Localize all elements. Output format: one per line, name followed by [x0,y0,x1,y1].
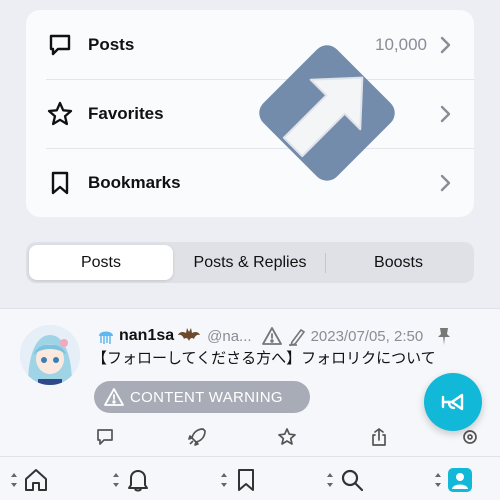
display-name[interactable]: nan1sa [119,327,174,345]
reorder-handle-icon [327,473,333,487]
arrow-up-right-icon [259,45,395,181]
star-icon [47,101,73,125]
tab-label: Posts [80,253,121,271]
post-header: nan1sa @na... 2023/07/05, 2:50 [96,325,453,347]
speech-bubble-icon [49,34,71,55]
warning-icon [261,327,282,345]
notifications-bell-icon [128,470,148,492]
tab-notifications[interactable] [112,465,151,495]
chevron-right-icon [440,36,451,53]
reorder-handle-icon [435,473,441,487]
chevron-right-icon [440,174,451,191]
reorder-handle-icon [113,473,119,487]
tab-label: Posts & Replies [193,253,307,271]
edited-pen-icon [288,328,305,346]
more-icon[interactable] [460,427,480,447]
pin-icon [438,328,451,345]
post-text: 【フォローしてくださる方へ】フォロリクについて [92,350,436,367]
warning-icon [104,388,124,406]
tab-posts[interactable]: Posts [29,245,173,280]
content-warning-label: CONTENT WARNING [130,388,283,406]
post-timestamp: 2023/07/05, 2:50 [310,327,424,345]
home-icon [25,469,47,491]
content-warning-button[interactable]: CONTENT WARNING [94,381,310,413]
post-card[interactable]: nan1sa @na... 2023/07/05, 2:50 【フォローしてくだ… [0,308,500,456]
chevron-right-icon [440,105,451,122]
compose-button[interactable] [424,373,482,431]
post-actions [0,427,500,449]
menu-item-label: Favorites [88,103,164,123]
tab-label: Boosts [374,253,423,271]
search-icon [341,469,364,492]
profile-icon [448,468,472,492]
posts-filter-segmented-control: Posts Posts & Replies Boosts [26,242,474,283]
share-icon[interactable] [369,427,389,447]
user-handle[interactable]: @na... [207,328,251,345]
favorite-icon[interactable] [277,427,297,447]
menu-item-label: Posts [88,34,135,54]
reply-icon[interactable] [95,427,115,447]
tab-bookmarks[interactable] [220,465,259,495]
jellyfish-emoji-icon [99,331,113,344]
boost-icon[interactable] [187,427,207,447]
avatar[interactable] [20,325,80,385]
bookmark-icon [51,171,69,194]
tab-posts-replies[interactable]: Posts & Replies [175,245,325,280]
tab-search[interactable] [326,465,365,495]
tab-profile[interactable] [434,465,473,495]
tab-boosts[interactable]: Boosts [326,245,471,280]
menu-item-label: Bookmarks [88,172,181,192]
tab-home[interactable] [10,465,49,495]
bookmark-icon [238,469,254,491]
reorder-handle-icon [221,473,227,487]
trumpet-icon [441,393,464,411]
bat-emoji-icon [178,328,201,341]
reorder-handle-icon [11,473,17,487]
bottom-tab-bar [0,456,500,500]
